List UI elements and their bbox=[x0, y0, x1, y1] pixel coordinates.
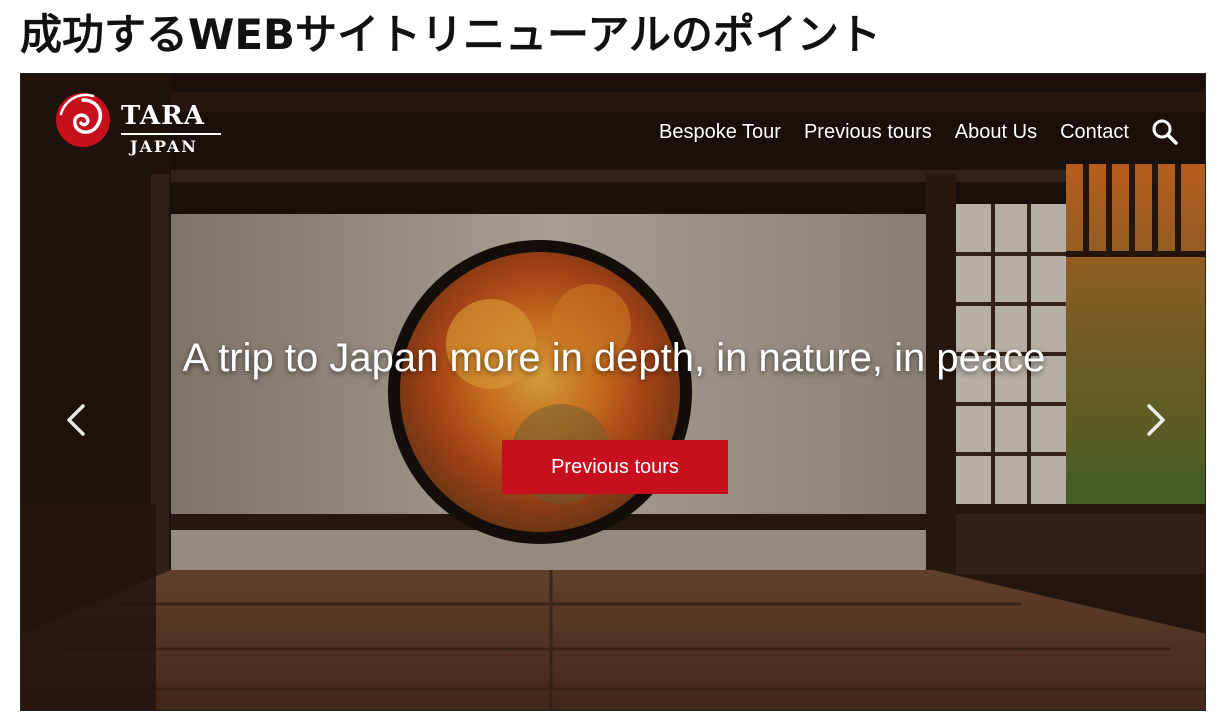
previous-tours-button[interactable]: Previous tours bbox=[502, 440, 728, 494]
logo-divider bbox=[121, 133, 221, 135]
nav-previous-tours[interactable]: Previous tours bbox=[804, 121, 932, 144]
search-icon[interactable] bbox=[1151, 118, 1179, 146]
site-logo[interactable]: TARA JAPAN bbox=[53, 88, 223, 156]
hero-background-image bbox=[21, 74, 1205, 710]
website-screenshot-frame: TARA JAPAN Bespoke Tour Previous tours A… bbox=[20, 73, 1206, 711]
swirl-logo-icon bbox=[56, 93, 110, 147]
logo-text-tara: TARA bbox=[121, 101, 205, 131]
chevron-left-icon[interactable] bbox=[61, 400, 91, 440]
nav-contact[interactable]: Contact bbox=[1060, 121, 1129, 144]
hero-title: A trip to Japan more in depth, in nature… bbox=[182, 336, 1046, 380]
main-nav: Bespoke Tour Previous tours About Us Con… bbox=[636, 118, 1179, 146]
nav-bespoke-tour[interactable]: Bespoke Tour bbox=[659, 121, 781, 144]
page-heading: 成功するWEBサイトリニューアルのポイント bbox=[20, 10, 881, 59]
nav-about-us[interactable]: About Us bbox=[955, 121, 1037, 144]
chevron-right-icon[interactable] bbox=[1141, 400, 1171, 440]
logo-text-japan: JAPAN bbox=[130, 137, 198, 156]
